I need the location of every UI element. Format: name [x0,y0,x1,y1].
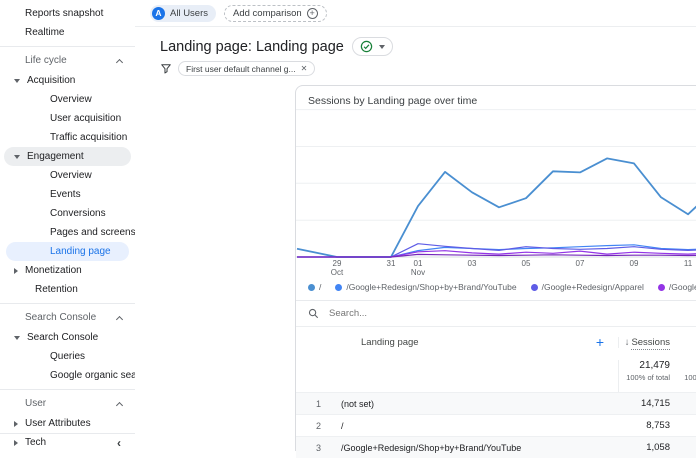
sidebar-section-user[interactable]: User [0,394,135,414]
filter-funnel-icon[interactable] [160,63,172,75]
search-input[interactable] [327,307,627,320]
svg-text:29: 29 [333,259,342,268]
all-users-label: All Users [170,8,208,19]
table-row[interactable]: 1(not set) 14,715 12,500 18 [296,392,696,414]
column-header-users: Users [672,337,696,348]
sidebar-item-reports-snapshot[interactable]: Reports snapshot [0,4,135,23]
sidebar: Reports snapshotRealtime Life cycleAcquis… [0,0,135,451]
sort-desc-icon: ↓ [625,337,630,348]
sidebar-item-landing-page[interactable]: Landing page [6,242,129,261]
all-users-chip[interactable]: A All Users [150,5,216,22]
filter-chip[interactable]: First user default channel g... ✕ [178,61,315,76]
legend-item-root[interactable]: / [308,282,321,292]
page-header: Landing page: Landing page First user de… [135,27,696,76]
dimension-header[interactable]: Landing page [361,337,419,348]
collapse-arrow-icon[interactable] [14,155,20,159]
comparison-bar: A All Users Add comparison + [135,0,696,27]
add-column-button[interactable]: + [596,335,604,349]
sidebar-item-queries[interactable]: Queries [0,347,135,366]
sidebar-section-life-cycle[interactable]: Life cycle [0,51,135,71]
table-totals-row: 21,479 100% of total 15,484 100% of tota… [296,357,696,392]
sidebar-divider [0,389,135,390]
svg-text:01: 01 [414,259,423,268]
search-icon [308,308,319,319]
chevron-up-icon [116,316,123,323]
sidebar-group-monetization[interactable]: Monetization [0,261,135,280]
check-circle-icon [360,40,373,53]
sidebar-item-traffic-acquisition[interactable]: Traffic acquisition [0,128,135,147]
table-row[interactable]: 3/Google+Redesign/Shop+by+Brand/YouTube … [296,436,696,458]
table-row[interactable]: 2/ 8,753 7,879 7,087 [296,414,696,436]
chart-legend: / /Google+Redesign/Shop+by+Brand/YouTube /… [296,279,696,295]
chevron-up-icon [116,59,123,66]
filter-chip-label: First user default channel g... [186,64,296,74]
report-card: Sessions by Landing page over time 29Oct… [295,85,696,451]
legend-item-google-redesign-shop-by-brand-youtube[interactable]: /Google+Redesign/Shop+by+Brand/YouTube [335,282,516,292]
sidebar-item-conversions[interactable]: Conversions [0,204,135,223]
report-nav: Reports snapshotRealtime Life cycleAcquis… [0,4,135,452]
svg-text:07: 07 [576,259,585,268]
chevron-up-icon [116,402,123,409]
plus-icon: + [307,8,318,19]
table-header-row: Landing page + ↓Sessions Users New users… [296,327,696,357]
svg-text:09: 09 [630,259,639,268]
page-title: Landing page: Landing page [160,39,344,55]
sidebar-footer: ‹ [0,433,135,451]
totals-sessions: 21,479 100% of total [618,360,672,392]
svg-text:05: 05 [522,259,531,268]
expand-arrow-icon[interactable] [14,421,18,427]
remove-filter-icon[interactable]: ✕ [301,64,308,73]
sidebar-group-acquisition[interactable]: Acquisition [0,71,135,90]
sidebar-item-events[interactable]: Events [0,185,135,204]
sidebar-group-engagement[interactable]: Engagement [4,147,131,166]
legend-dot-icon [335,284,342,291]
collapse-arrow-icon[interactable] [14,336,20,340]
legend-dot-icon [531,284,538,291]
sidebar-item-overview[interactable]: Overview [0,90,135,109]
sidebar-divider [0,303,135,304]
sidebar-item-retention[interactable]: Retention [0,280,135,299]
collapse-arrow-icon[interactable] [14,79,20,83]
legend-item-google-redesign-apparel[interactable]: /Google+Redesign/Apparel [531,282,644,292]
add-comparison-button[interactable]: Add comparison + [224,5,327,22]
chart-line-root [297,158,696,257]
svg-text:11: 11 [684,259,693,268]
sidebar-item-google-organic-search-traf[interactable]: Google organic search traf... [0,366,135,385]
sidebar-item-overview[interactable]: Overview [0,166,135,185]
sessions-line-chart[interactable]: 29Oct3101Nov03050709111315 [296,109,696,279]
sidebar-item-realtime[interactable]: Realtime [0,23,135,42]
sidebar-group-user-attributes[interactable]: User Attributes [0,414,135,433]
filter-bar: First user default channel g... ✕ [160,61,696,76]
legend-item-google-redesign-lifestyle-bags[interactable]: /Google+Redesign/Lifestyle/Bags [658,282,696,292]
svg-text:03: 03 [468,259,477,268]
legend-dot-icon [658,284,665,291]
chart-title: Sessions by Landing page over time [296,86,696,107]
expand-arrow-icon[interactable] [14,268,18,274]
add-comparison-label: Add comparison [233,8,302,19]
column-header-sessions: ↓Sessions [618,337,672,348]
sidebar-section-search-console[interactable]: Search Console [0,308,135,328]
svg-text:Oct: Oct [331,268,344,277]
table-body: 1(not set) 14,715 12,500 18 2/ 8,753 7,8… [296,392,696,458]
legend-dot-icon [308,284,315,291]
report-status-menu[interactable] [352,37,393,56]
sidebar-item-pages-and-screens[interactable]: Pages and screens [0,223,135,242]
table-search-row [296,301,696,327]
svg-text:31: 31 [387,259,396,268]
sidebar-group-search-console[interactable]: Search Console [0,328,135,347]
totals-users: 15,484 100% of total [672,360,696,392]
sidebar-divider [0,46,135,47]
sidebar-item-user-acquisition[interactable]: User acquisition [0,109,135,128]
audience-avatar: A [152,7,165,20]
main-content: A All Users Add comparison + Landing pag… [135,0,696,451]
chevron-down-icon [379,45,385,49]
collapse-sidebar-icon[interactable]: ‹ [117,436,121,450]
svg-text:Nov: Nov [411,268,425,277]
